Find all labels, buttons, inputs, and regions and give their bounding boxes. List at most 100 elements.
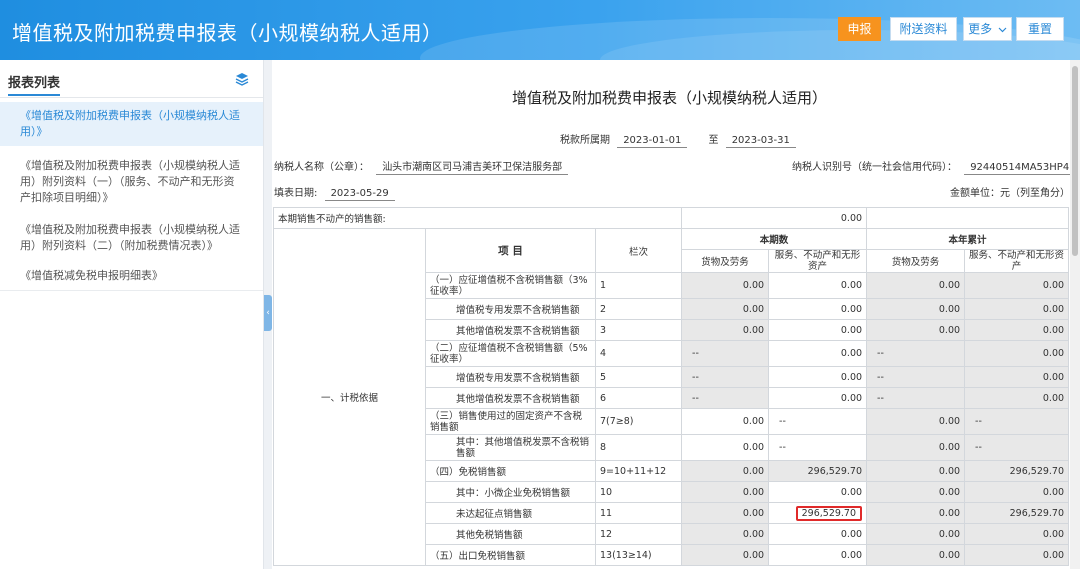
period-to-label: 至 xyxy=(708,135,719,146)
row-col-number: 12 xyxy=(594,523,683,545)
tax-period: 税款所属期 2023-01-01 至 2023-03-31 xyxy=(560,131,800,148)
cell-c2[interactable]: 0.00 xyxy=(768,544,868,566)
declare-button[interactable]: 申报 xyxy=(838,17,881,41)
realestate-blank xyxy=(866,207,1070,229)
sidebar-collapse-toggle[interactable]: ‹ xyxy=(264,295,272,331)
column-header-goods: 货物及劳务 xyxy=(866,249,966,273)
row-item-label: 增值税专用发票不含税销售额 xyxy=(425,298,596,320)
vertical-scrollbar[interactable] xyxy=(1070,60,1080,569)
attach-button[interactable]: 附送资料 xyxy=(890,17,957,41)
cell-y2: 0.00 xyxy=(964,387,1070,409)
cell-c2: -- xyxy=(768,434,868,461)
sidebar-header: 报表列表 xyxy=(0,60,263,98)
period-end-field[interactable]: 2023-03-31 xyxy=(725,135,796,148)
cell-y1: -- xyxy=(866,366,966,388)
cell-c2[interactable]: 0.00 xyxy=(768,523,868,545)
cell-c1: 0.00 xyxy=(681,544,770,566)
more-button[interactable]: 更多 xyxy=(963,17,1012,41)
cell-c2[interactable]: 0.00 xyxy=(768,319,868,341)
cell-y2: 296,529.70 xyxy=(964,460,1070,482)
period-start-field[interactable]: 2023-01-01 xyxy=(617,135,688,148)
cell-y2: 0.00 xyxy=(964,544,1070,566)
sidebar-item-exemption[interactable]: 《增值税减免税申报明细表》 xyxy=(0,262,263,291)
row-item-label: 其中：其他增值税发票不含税销售额 xyxy=(425,434,596,461)
cell-c1: 0.00 xyxy=(681,481,770,503)
sidebar: 报表列表 《增值税及附加税费申报表（小规模纳税人适用）》 《增值税及附加税费申报… xyxy=(0,60,264,569)
column-header-ytd: 本年累计 xyxy=(866,228,1070,250)
fill-date-row: 填表日期: 2023-05-29 xyxy=(274,184,399,201)
cell-c1: -- xyxy=(681,366,770,388)
realestate-value[interactable]: 0.00 xyxy=(681,207,868,229)
column-header-services: 服务、不动产和无形资产 xyxy=(768,249,868,273)
sidebar-item-attachment-2[interactable]: 《增值税及附加税费申报表（小规模纳税人适用）附列资料（二）（附加税费情况表）》 xyxy=(0,216,263,260)
row-item-label: 未达起征点销售额 xyxy=(425,502,596,524)
row-item-label: 其他增值税发票不含税销售额 xyxy=(425,319,596,341)
amount-unit: 金额单位：元（列至角分） xyxy=(950,188,1070,199)
cell-c2[interactable]: 0.00 xyxy=(768,340,868,367)
taxid-field[interactable]: 92440514MA53HP472N xyxy=(964,162,1080,175)
form-panel: 增值税及附加税费申报表（小规模纳税人适用） 税款所属期 2023-01-01 至… xyxy=(272,60,1080,569)
cell-y1: 0.00 xyxy=(866,502,966,524)
cell-c1[interactable]: 0.00 xyxy=(681,408,770,435)
cell-c1[interactable]: 0.00 xyxy=(681,319,770,341)
row-col-number: 10 xyxy=(594,481,683,503)
taxid-row: 纳税人识别号（统一社会信用代码）： 92440514MA53HP472N xyxy=(792,158,1080,175)
sidebar-item-label: 《增值税及附加税费申报表（小规模纳税人适用）附列资料（一）（服务、不动产和无形资… xyxy=(20,159,240,204)
row-col-number: 13(13≥14) xyxy=(594,544,683,566)
reset-button[interactable]: 重置 xyxy=(1016,17,1064,41)
row-col-number: 5 xyxy=(594,366,683,388)
cell-y2: 0.00 xyxy=(964,481,1070,503)
cell-c1[interactable]: 0.00 xyxy=(681,434,770,461)
row-col-number: 4 xyxy=(594,340,683,367)
cell-y2: -- xyxy=(964,434,1070,461)
cell-y1: 0.00 xyxy=(866,460,966,482)
sidebar-title: 报表列表 xyxy=(8,72,61,96)
cell-y2: 0.00 xyxy=(964,298,1070,320)
row-col-number: 2 xyxy=(594,298,683,320)
cell-y1: -- xyxy=(866,340,966,367)
realestate-label: 本期销售不动产的销售额: xyxy=(272,207,683,229)
cell-c2[interactable]: 0.00 xyxy=(768,298,868,320)
cell-c2[interactable]: 0.00 xyxy=(768,272,868,299)
page-title: 增值税及附加税费申报表（小规模纳税人适用） xyxy=(12,21,443,45)
row-item-label: 其他免税销售额 xyxy=(425,523,596,545)
sidebar-item-main-form[interactable]: 《增值税及附加税费申报表（小规模纳税人适用）》 xyxy=(0,102,263,146)
tax-table: 本期销售不动产的销售额: 0.00 一、计税依据 项 目 栏次 本期数 本年累计… xyxy=(272,207,1070,566)
row-col-number: 11 xyxy=(594,502,683,524)
taxpayer-name-label: 纳税人名称（公章）： xyxy=(274,162,369,173)
row-item-label: （一）应征增值税不含税销售额（3%征收率） xyxy=(425,272,596,299)
row-item-label: （五）出口免税销售额 xyxy=(425,544,596,566)
sidebar-item-attachment-1[interactable]: 《增值税及附加税费申报表（小规模纳税人适用）附列资料（一）（服务、不动产和无形资… xyxy=(0,152,263,212)
cell-y1: 0.00 xyxy=(866,319,966,341)
cell-c2[interactable]: 0.00 xyxy=(768,387,868,409)
cell-c2[interactable]: 296,529.70 xyxy=(768,502,868,524)
cell-c2[interactable]: 0.00 xyxy=(768,366,868,388)
cell-y2: 0.00 xyxy=(964,272,1070,299)
fill-date-field[interactable]: 2023-05-29 xyxy=(324,188,395,201)
form-title: 增值税及附加税费申报表（小规模纳税人适用） xyxy=(511,89,827,107)
row-item-label: 其中：小微企业免税销售额 xyxy=(425,481,596,503)
cell-c1: 0.00 xyxy=(681,523,770,545)
cell-c2: -- xyxy=(768,408,868,435)
cell-y1: 0.00 xyxy=(866,523,966,545)
cell-c1[interactable]: 0.00 xyxy=(681,272,770,299)
cell-c2[interactable]: 0.00 xyxy=(768,481,868,503)
taxpayer-name-field[interactable]: 汕头市潮南区司马浦吉美环卫保洁服务部 xyxy=(376,158,569,175)
highlighted-value: 296,529.70 xyxy=(795,505,863,521)
cell-y1: 0.00 xyxy=(866,544,966,566)
chevron-left-icon: ‹ xyxy=(266,308,270,318)
row-col-number: 7(7≥8) xyxy=(594,408,683,435)
sidebar-item-label: 《增值税减免税申报明细表》 xyxy=(20,269,163,282)
period-label: 税款所属期 xyxy=(560,135,610,146)
cell-c1[interactable]: 0.00 xyxy=(681,298,770,320)
row-item-label: （三）销售使用过的固定资产不含税销售额 xyxy=(425,408,596,435)
scrollbar-thumb[interactable] xyxy=(1072,66,1078,256)
taxid-label: 纳税人识别号（统一社会信用代码）： xyxy=(792,162,957,173)
cell-y1: -- xyxy=(866,387,966,409)
column-header-item: 项 目 xyxy=(425,228,596,273)
section-label: 一、计税依据 xyxy=(273,228,426,566)
chevron-down-icon xyxy=(998,27,1007,32)
cell-y1: 0.00 xyxy=(866,408,966,435)
layers-icon[interactable] xyxy=(235,72,249,86)
column-header-goods: 货物及劳务 xyxy=(681,249,770,273)
